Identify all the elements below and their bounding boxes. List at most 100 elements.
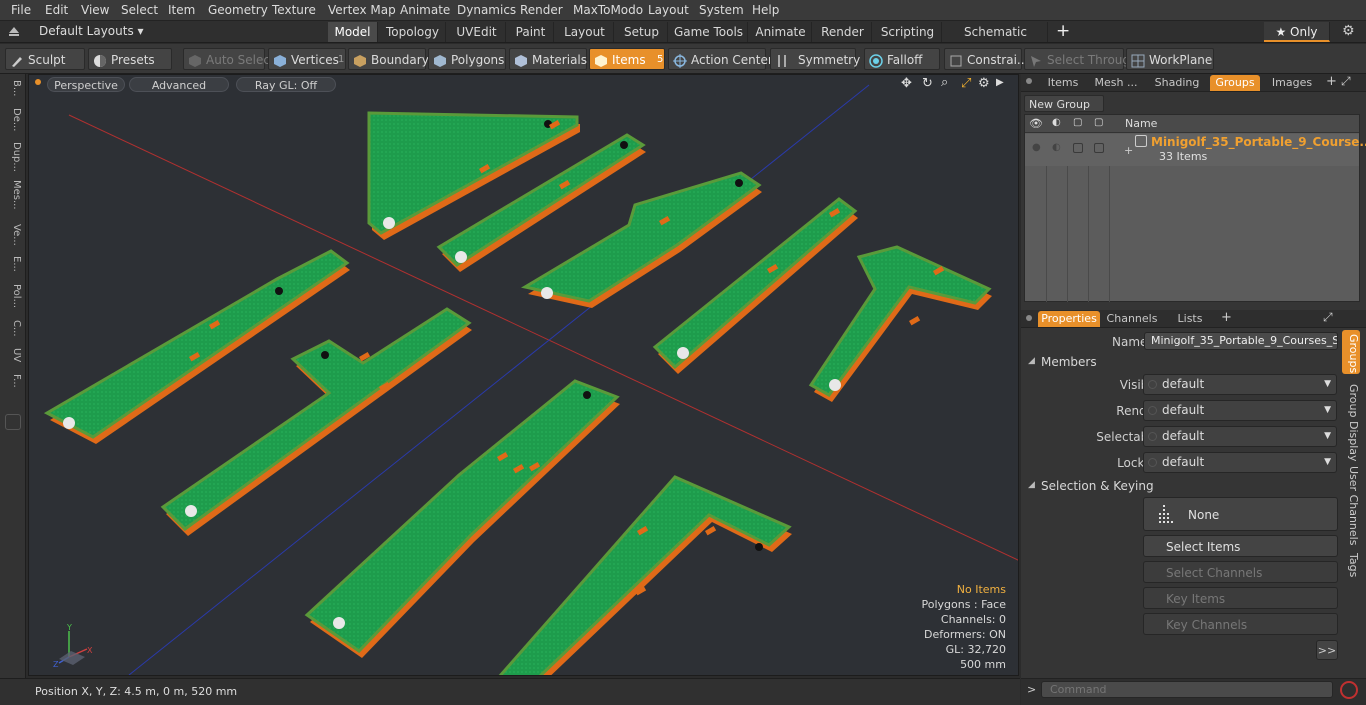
menu-select[interactable]: Select bbox=[121, 3, 158, 17]
presets-button[interactable]: Presets bbox=[88, 48, 172, 70]
menu-layout[interactable]: Layout bbox=[648, 3, 689, 17]
sculpt-button[interactable]: Sculpt bbox=[5, 48, 85, 70]
add-props-tab-icon[interactable]: + bbox=[1221, 310, 1232, 325]
course-surface-9[interactable] bbox=[498, 475, 792, 676]
course-surface-5[interactable] bbox=[808, 245, 992, 397]
boundary-button[interactable]: Boundary bbox=[348, 48, 429, 70]
default-layouts-dropdown[interactable]: Default Layouts ▾ bbox=[39, 24, 144, 38]
tab-paint[interactable]: Paint bbox=[508, 22, 554, 42]
row-select-box[interactable] bbox=[1094, 143, 1104, 153]
select-column-icon[interactable]: ▢ bbox=[1094, 117, 1103, 128]
row-eye-icon[interactable]: ● bbox=[1032, 142, 1041, 153]
tab-lists[interactable]: Lists bbox=[1166, 311, 1214, 327]
menu-item[interactable]: Item bbox=[168, 3, 195, 17]
render-column-icon[interactable]: ◐ bbox=[1052, 117, 1061, 128]
add-panel-tab-icon[interactable]: + bbox=[1326, 74, 1337, 89]
perspective-button[interactable]: Perspective bbox=[47, 77, 125, 92]
selectable-select[interactable]: default ▼ bbox=[1143, 426, 1337, 447]
select-channels-button[interactable]: Select Channels bbox=[1143, 561, 1338, 583]
menu-vertex-map[interactable]: Vertex Map bbox=[328, 3, 396, 17]
tab-channels[interactable]: Channels bbox=[1104, 311, 1160, 327]
menu-help[interactable]: Help bbox=[752, 3, 779, 17]
members-collapse-icon[interactable]: ◢ bbox=[1028, 356, 1035, 366]
tab-animate[interactable]: Animate bbox=[750, 22, 812, 42]
gear-icon[interactable]: ⚙ bbox=[1342, 23, 1355, 39]
tool-tab-edge[interactable]: E... bbox=[4, 256, 22, 280]
action-center-button[interactable]: Action Center bbox=[668, 48, 773, 70]
items-button[interactable]: Items 5 bbox=[589, 48, 665, 70]
workplane-button[interactable]: WorkPlane bbox=[1126, 48, 1214, 70]
menu-render[interactable]: Render bbox=[520, 3, 563, 17]
tab-items[interactable]: Items bbox=[1039, 75, 1087, 91]
course-surface-6[interactable] bbox=[43, 249, 350, 439]
key-items-button[interactable]: Key Items bbox=[1143, 587, 1338, 609]
scene-canvas[interactable] bbox=[29, 75, 1019, 676]
zoom-view-icon[interactable]: ⌕ bbox=[941, 75, 948, 90]
add-tab-button[interactable]: + bbox=[1056, 21, 1070, 41]
tool-tab-duplicate[interactable]: Dup... bbox=[4, 142, 22, 174]
tool-tab-deform[interactable]: De... bbox=[4, 108, 22, 138]
constraints-button[interactable]: Constrai... bbox=[944, 48, 1028, 70]
tab-topology[interactable]: Topology bbox=[380, 22, 446, 42]
3d-viewport[interactable]: Perspective Advanced Ray GL: Off ✥ ↻ ⌕ ⤢… bbox=[28, 74, 1019, 676]
group-name[interactable]: Minigolf_35_Portable_9_Course... bbox=[1151, 135, 1366, 149]
expand-icon[interactable]: + bbox=[1124, 144, 1133, 157]
tool-tab-polygon[interactable]: Pol... bbox=[4, 284, 22, 316]
tab-mesh[interactable]: Mesh ... bbox=[1091, 75, 1141, 91]
tab-properties[interactable]: Properties bbox=[1038, 311, 1100, 327]
name-field[interactable]: Minigolf_35_Portable_9_Courses_Set bbox=[1144, 332, 1338, 350]
menu-edit[interactable]: Edit bbox=[45, 3, 68, 17]
tab-render[interactable]: Render bbox=[814, 22, 872, 42]
symmetry-button[interactable]: Symmetry bbox=[770, 48, 860, 70]
tab-uvedit[interactable]: UVEdit bbox=[448, 22, 506, 42]
tab-images[interactable]: Images bbox=[1264, 75, 1320, 91]
more-button[interactable]: >> bbox=[1316, 640, 1338, 660]
materials-button[interactable]: Materials bbox=[509, 48, 587, 70]
menu-texture[interactable]: Texture bbox=[272, 3, 316, 17]
tool-tab-uv[interactable]: UV bbox=[4, 348, 22, 370]
menu-animate[interactable]: Animate bbox=[400, 3, 450, 17]
menu-system[interactable]: System bbox=[699, 3, 744, 17]
tool-tab-vertex[interactable]: Ve... bbox=[4, 224, 22, 252]
expand-panel-icon[interactable]: ⤢ bbox=[1341, 74, 1351, 89]
rotate-view-icon[interactable]: ↻ bbox=[922, 76, 933, 91]
layout-up-icon[interactable] bbox=[8, 25, 20, 37]
fit-view-icon[interactable]: ⤢ bbox=[961, 76, 971, 91]
tool-strip-toggle[interactable] bbox=[5, 414, 21, 430]
render-select[interactable]: default ▼ bbox=[1143, 400, 1337, 421]
menu-file[interactable]: File bbox=[11, 3, 31, 17]
advanced-button[interactable]: Advanced bbox=[129, 77, 229, 92]
tool-tab-curve[interactable]: C... bbox=[4, 320, 22, 344]
props-expand-icon[interactable]: ⤢ bbox=[1323, 310, 1333, 325]
menu-maxtomodo[interactable]: MaxToModo bbox=[573, 3, 643, 17]
tool-tab-mesh-edit[interactable]: Mes... bbox=[4, 180, 22, 218]
side-tab-groups[interactable]: Groups bbox=[1342, 334, 1360, 373]
row-lock-box[interactable] bbox=[1073, 143, 1083, 153]
select-items-button[interactable]: Select Items bbox=[1143, 535, 1338, 557]
tab-model[interactable]: Model bbox=[328, 22, 378, 42]
select-through-button[interactable]: Select Through bbox=[1024, 48, 1138, 70]
menu-geometry[interactable]: Geometry bbox=[208, 3, 268, 17]
lock-column-icon[interactable]: ▢ bbox=[1073, 117, 1082, 128]
tab-shading[interactable]: Shading bbox=[1149, 75, 1205, 91]
falloff-button[interactable]: Falloff bbox=[864, 48, 940, 70]
tab-schematic-fusion[interactable]: Schematic Fusion bbox=[944, 22, 1048, 59]
record-icon[interactable] bbox=[1340, 681, 1358, 699]
tab-layout[interactable]: Layout bbox=[556, 22, 614, 42]
eye-column-icon[interactable]: 👁 bbox=[1029, 117, 1043, 130]
selkey-collapse-icon[interactable]: ◢ bbox=[1028, 480, 1035, 490]
visible-select[interactable]: default ▼ bbox=[1143, 374, 1337, 395]
tool-tab-fusion[interactable]: F... bbox=[4, 374, 22, 398]
side-tab-user-channels[interactable]: User Channels bbox=[1342, 466, 1360, 545]
tool-tab-basic[interactable]: B... bbox=[4, 80, 22, 106]
key-channels-button[interactable]: Key Channels bbox=[1143, 613, 1338, 635]
move-view-icon[interactable]: ✥ bbox=[901, 76, 912, 91]
menu-dynamics[interactable]: Dynamics bbox=[457, 3, 516, 17]
none-button[interactable]: None bbox=[1143, 497, 1338, 531]
menu-view[interactable]: View bbox=[81, 3, 109, 17]
new-group-button[interactable]: New Group bbox=[1024, 95, 1104, 112]
side-tab-group-display[interactable]: Group Display bbox=[1342, 384, 1360, 462]
only-toggle[interactable]: ★ Only bbox=[1264, 22, 1330, 42]
command-input[interactable] bbox=[1041, 681, 1333, 698]
polygons-button[interactable]: Polygons bbox=[428, 48, 506, 70]
